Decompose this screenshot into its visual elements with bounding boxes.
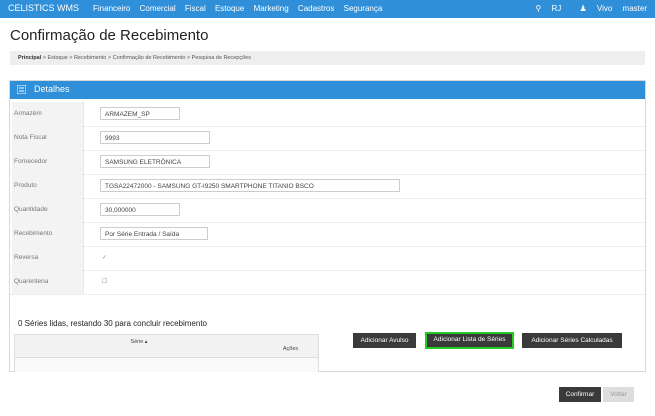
row-recebimento: Recebimento Por Série Entrada / Saída	[10, 222, 645, 247]
panel-title: Detalhes	[34, 84, 70, 94]
add-avulso-button[interactable]: Adicionar Avulso	[353, 333, 416, 348]
label-recebimento: Recebimento	[12, 222, 84, 246]
menu-item-estoque[interactable]: Estoque	[215, 4, 244, 13]
label-armazem: Armazém	[12, 102, 84, 126]
row-fornecedor: Fornecedor SAMSUNG ELETRÔNICA	[10, 150, 645, 175]
nota-fiscal-field[interactable]: 9993	[100, 131, 210, 144]
row-reversa: Reversa ✓	[10, 246, 645, 271]
add-series-list-button[interactable]: Adicionar Lista de Séries	[425, 332, 514, 349]
series-status: 0 Séries lidas, restando 30 para conclui…	[18, 319, 207, 328]
label-nota-fiscal: Nota Fiscal	[12, 126, 84, 150]
row-quarentena: Quarentena ☐	[10, 270, 645, 295]
produto-field[interactable]: TGSA22472000 - SAMSUNG GT-I9250 SMARTPHO…	[100, 179, 400, 192]
series-table: Série ▴ Ações	[14, 334, 319, 372]
main-menu: Financeiro Comercial Fiscal Estoque Mark…	[93, 4, 389, 13]
add-calculated-series-button[interactable]: Adicionar Séries Calculadas	[522, 333, 622, 348]
quarentena-checkbox[interactable]: ☐	[102, 279, 108, 285]
user-area: ⚲ RJ ♟ Vivo master	[519, 4, 647, 13]
row-produto: Produto TGSA22472000 - SAMSUNG GT-I9250 …	[10, 174, 645, 199]
user-group-selector[interactable]: ♟ Vivo	[571, 4, 612, 13]
location-pin-icon: ⚲	[535, 4, 542, 13]
menu-item-fiscal[interactable]: Fiscal	[185, 4, 206, 13]
label-reversa: Reversa	[12, 246, 84, 270]
back-button[interactable]: Voltar	[603, 387, 634, 402]
menu-item-cadastros[interactable]: Cadastros	[298, 4, 334, 13]
row-nota-fiscal: Nota Fiscal 9993	[10, 126, 645, 151]
label-fornecedor: Fornecedor	[12, 150, 84, 174]
location-label: RJ	[551, 4, 562, 13]
list-icon	[17, 85, 26, 94]
column-header-acoes: Ações	[263, 335, 318, 357]
user-group-label: Vivo	[596, 4, 613, 13]
quantidade-field[interactable]: 30,000000	[100, 203, 180, 216]
label-quarentena: Quarentena	[12, 270, 84, 294]
details-panel: Detalhes Armazém ARMAZEM_SP Nota Fiscal …	[9, 80, 646, 372]
panel-header: Detalhes	[10, 81, 645, 99]
user-icon: ♟	[579, 4, 587, 13]
label-produto: Produto	[12, 174, 84, 198]
row-armazem: Armazém ARMAZEM_SP	[10, 102, 645, 127]
user-menu[interactable]: master	[623, 4, 647, 13]
top-navbar: CELISTICS WMS Financeiro Comercial Fisca…	[0, 0, 655, 18]
confirm-button[interactable]: Confirmar	[559, 387, 601, 402]
menu-item-marketing[interactable]: Marketing	[254, 4, 289, 13]
app-brand[interactable]: CELISTICS WMS	[8, 3, 79, 13]
fornecedor-field[interactable]: SAMSUNG ELETRÔNICA	[100, 155, 210, 168]
table-filter-row	[15, 357, 318, 372]
breadcrumb-root[interactable]: Principal	[18, 55, 41, 61]
menu-item-comercial[interactable]: Comercial	[140, 4, 176, 13]
breadcrumb-path[interactable]: > Estoque > Recebimento > Confirmação de…	[41, 55, 251, 61]
armazem-field[interactable]: ARMAZEM_SP	[100, 107, 180, 120]
breadcrumb: Principal > Estoque > Recebimento > Conf…	[10, 51, 645, 65]
page-title: Confirmação de Recebimento	[10, 27, 209, 44]
column-header-serie[interactable]: Série ▴	[15, 335, 264, 357]
location-selector[interactable]: ⚲ RJ	[527, 4, 561, 13]
menu-item-seguranca[interactable]: Segurança	[344, 4, 383, 13]
recebimento-field[interactable]: Por Série Entrada / Saída	[100, 227, 208, 240]
menu-item-financeiro[interactable]: Financeiro	[93, 4, 130, 13]
label-quantidade: Quantidade	[12, 198, 84, 222]
reversa-checkbox[interactable]: ✓	[102, 255, 108, 261]
row-quantidade: Quantidade 30,000000	[10, 198, 645, 223]
